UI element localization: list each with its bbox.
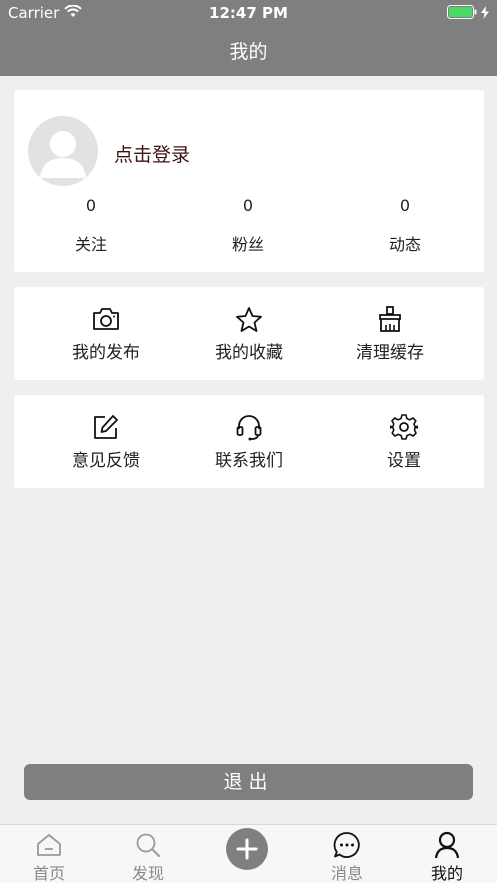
status-time: 12:47 PM — [209, 4, 288, 22]
tab-mine[interactable]: 我的 — [407, 831, 487, 883]
contact-us-label: 联系我们 — [215, 451, 283, 471]
features-card-1: 我的发布 我的收藏 清理缓存 — [14, 287, 484, 380]
clear-cache-label: 清理缓存 — [356, 343, 424, 363]
features-card-2: 意见反馈 联系我们 设置 — [14, 395, 484, 488]
my-favorites-button[interactable]: 我的收藏 — [179, 305, 319, 363]
stat-fans-label: 粉丝 — [231, 235, 264, 254]
user-icon — [407, 831, 487, 859]
tab-messages-label: 消息 — [330, 864, 363, 883]
broom-icon — [320, 305, 460, 333]
stat-fans-count: 0 — [242, 196, 254, 215]
status-bar: Carrier 12:47 PM — [0, 0, 497, 26]
feedback-label: 意见反馈 — [72, 451, 140, 471]
stat-posts-count: 0 — [399, 196, 411, 215]
my-favorites-label: 我的收藏 — [215, 343, 283, 363]
tab-home[interactable]: 首页 — [9, 831, 89, 883]
tab-discover-label: 发现 — [131, 864, 164, 883]
profile-stats: 0 关注 0 粉丝 0 动态 — [14, 196, 484, 266]
clear-cache-button[interactable]: 清理缓存 — [320, 305, 460, 363]
login-link[interactable]: 点击登录 — [114, 140, 190, 167]
battery-icon — [447, 5, 477, 23]
user-avatar-icon — [40, 131, 86, 178]
tab-discover[interactable]: 发现 — [108, 831, 188, 883]
tab-messages[interactable]: 消息 — [307, 831, 387, 883]
publish-button[interactable] — [226, 828, 268, 870]
search-icon — [108, 831, 188, 859]
stat-posts-label: 动态 — [388, 235, 421, 254]
settings-label: 设置 — [387, 451, 421, 471]
tab-home-label: 首页 — [32, 864, 65, 883]
settings-button[interactable]: 设置 — [334, 413, 474, 471]
page-title: 我的 — [229, 41, 268, 63]
tab-mine-label: 我的 — [430, 864, 463, 883]
top-bar: Carrier 12:47 PM 我的 — [0, 0, 497, 76]
camera-icon — [36, 305, 176, 333]
my-posts-button[interactable]: 我的发布 — [36, 305, 176, 363]
message-icon — [307, 831, 387, 859]
star-icon — [179, 305, 319, 333]
feedback-button[interactable]: 意见反馈 — [36, 413, 176, 471]
charging-icon — [481, 5, 489, 23]
stat-following-label: 关注 — [74, 235, 107, 254]
home-icon — [9, 831, 89, 859]
stat-fans[interactable]: 0 粉丝 — [188, 196, 308, 255]
my-posts-label: 我的发布 — [72, 343, 140, 363]
logout-button[interactable]: 退出 — [24, 764, 473, 800]
gear-icon — [334, 413, 474, 441]
stat-following[interactable]: 0 关注 — [31, 196, 151, 255]
stat-posts[interactable]: 0 动态 — [345, 196, 465, 255]
headset-icon — [179, 413, 319, 441]
profile-card: 点击登录 0 关注 0 粉丝 0 动态 — [14, 90, 484, 272]
contact-us-button[interactable]: 联系我们 — [179, 413, 319, 471]
stat-following-count: 0 — [85, 196, 97, 215]
avatar[interactable] — [28, 116, 98, 186]
plus-icon — [236, 838, 258, 860]
battery-indicator — [447, 5, 489, 23]
edit-icon — [36, 413, 176, 441]
